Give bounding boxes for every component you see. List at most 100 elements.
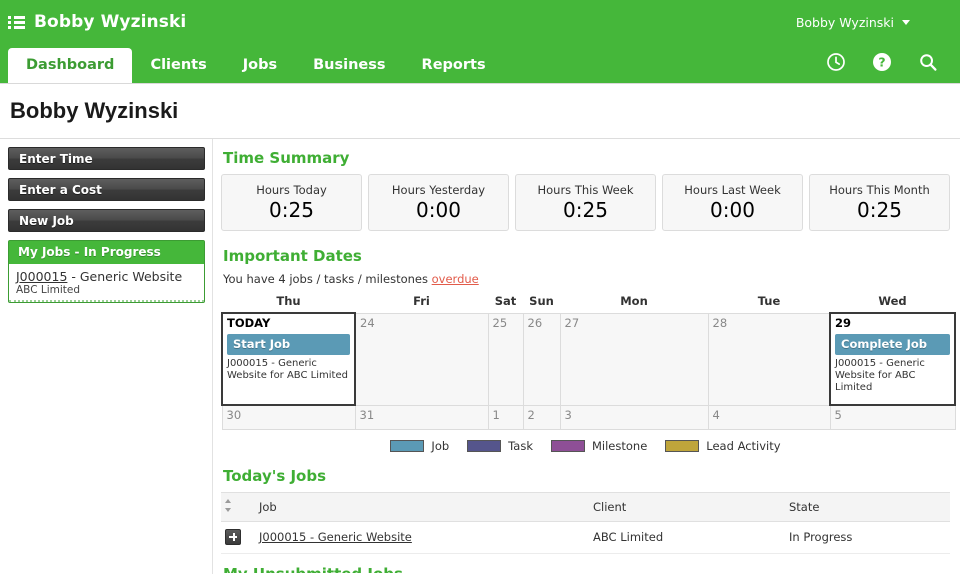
calendar-cell[interactable]: 27 xyxy=(559,312,709,406)
search-icon[interactable] xyxy=(918,52,938,76)
legend-swatch-task xyxy=(467,439,502,452)
tab-reports[interactable]: Reports xyxy=(404,48,504,84)
calendar-day-number: 31 xyxy=(359,407,375,422)
time-card-value: 0:25 xyxy=(269,198,314,222)
sidebar: Enter Time Enter a Cost New Job My Jobs … xyxy=(0,139,213,574)
calendar-week-row: 30 31 1 2 3 4 5 xyxy=(221,404,956,430)
tab-bar-icons: ? xyxy=(826,44,948,84)
calendar-cell[interactable]: 31 xyxy=(354,404,489,430)
enter-time-button[interactable]: Enter Time xyxy=(8,147,205,170)
my-jobs-panel-title: My Jobs - In Progress xyxy=(9,241,204,264)
svg-text:?: ? xyxy=(878,55,885,70)
todays-jobs-title: Today's Jobs xyxy=(223,466,327,485)
my-jobs-item-client: ABC Limited xyxy=(16,284,81,296)
main-content: Time Summary Hours Today 0:25 Hours Yest… xyxy=(213,139,960,574)
expand-row-icon[interactable] xyxy=(225,528,241,545)
time-card-hours-last-week: Hours Last Week 0:00 xyxy=(662,174,803,231)
time-card-value: 0:25 xyxy=(857,198,902,222)
tab-business[interactable]: Business xyxy=(295,48,403,84)
brand-title: Bobby Wyzinski xyxy=(34,12,187,32)
tab-list: Dashboard Clients Jobs Business Reports xyxy=(8,47,504,84)
my-jobs-item-sep: - xyxy=(67,269,80,284)
calendar-cell[interactable]: 2 xyxy=(522,404,561,430)
calendar-cell[interactable]: 24 xyxy=(354,312,489,406)
user-menu[interactable]: Bobby Wyzinski xyxy=(796,0,910,44)
page-title: Bobby Wyzinski xyxy=(10,98,179,123)
time-card-value: 0:25 xyxy=(563,198,608,222)
help-icon[interactable]: ? xyxy=(872,52,892,76)
time-card-label: Hours This Week xyxy=(537,183,634,197)
time-card-label: Hours This Month xyxy=(829,183,930,197)
calendar-day-number: 24 xyxy=(360,315,375,330)
enter-a-cost-button[interactable]: Enter a Cost xyxy=(8,178,205,201)
tab-jobs[interactable]: Jobs xyxy=(225,48,295,84)
overdue-link[interactable]: overdue xyxy=(432,272,479,286)
legend-label: Job xyxy=(431,438,450,453)
calendar-day-number: TODAY xyxy=(227,316,271,330)
sort-arrows-icon[interactable] xyxy=(225,498,232,512)
next-section-title: My Unsubmitted Jobs xyxy=(223,565,950,573)
calendar-cell[interactable]: 25 xyxy=(487,312,524,406)
column-header-job[interactable]: Job xyxy=(255,491,589,522)
calendar-cell[interactable]: 30 xyxy=(221,404,356,430)
calendar-day-header: Mon xyxy=(620,294,648,309)
calendar-event-description: J000015 - Generic Website for ABC Limite… xyxy=(227,358,348,381)
list-item[interactable]: J000015 - Generic Website ABC Limited xyxy=(9,264,204,302)
calendar-day-number: 26 xyxy=(527,315,543,330)
calendar-day-header: Sun xyxy=(529,294,554,309)
calendar-cell[interactable]: 26 xyxy=(522,312,561,406)
calendar-cell[interactable]: 5 xyxy=(829,404,956,430)
legend-label: Milestone xyxy=(591,438,648,453)
job-link[interactable]: J000015 - Generic Website xyxy=(259,530,412,544)
legend-item-task: Task xyxy=(467,439,533,453)
calendar-event-start-job[interactable]: Start Job xyxy=(227,334,350,355)
my-jobs-item-line: J000015 - Generic Website xyxy=(16,269,197,284)
important-dates-title: Important Dates xyxy=(223,247,362,265)
table-cell-client: ABC Limited xyxy=(589,521,785,554)
calendar-cell[interactable]: 28 xyxy=(707,312,831,406)
table-cell-state: In Progress xyxy=(785,521,950,554)
time-card-label: Hours Yesterday xyxy=(391,183,486,197)
time-card-hours-this-month: Hours This Month 0:25 xyxy=(809,174,950,231)
user-menu-label: Bobby Wyzinski xyxy=(795,14,894,30)
recent-items-clock-icon[interactable] xyxy=(826,52,846,76)
calendar-cell-29[interactable]: 29 Complete Job J000015 - Generic Websit… xyxy=(829,312,956,406)
time-card-label: Hours Today xyxy=(256,183,327,197)
page-title-bar: Bobby Wyzinski xyxy=(0,84,960,139)
column-header-state[interactable]: State xyxy=(785,491,950,522)
calendar-week-row: TODAY Start Job J000015 - Generic Websit… xyxy=(221,312,956,406)
calendar-day-number: 30 xyxy=(226,408,242,422)
calendar-day-number: 5 xyxy=(834,408,842,422)
calendar-event-description: J000015 - Generic Website for ABC Limite… xyxy=(835,358,925,393)
calendar-day-number: 27 xyxy=(564,315,580,330)
list-menu-icon[interactable] xyxy=(8,15,25,30)
top-bar: Bobby Wyzinski Bobby Wyzinski xyxy=(0,0,960,44)
brand: Bobby Wyzinski xyxy=(8,0,186,44)
table-cell-job: J000015 - Generic Website xyxy=(255,521,589,554)
time-card-value: 0:00 xyxy=(710,198,755,222)
legend-item-job: Job xyxy=(390,439,449,453)
new-job-button[interactable]: New Job xyxy=(8,209,205,232)
legend-swatch-milestone xyxy=(550,439,585,452)
tab-dashboard[interactable]: Dashboard xyxy=(8,47,133,83)
chevron-down-icon xyxy=(902,19,910,25)
tab-clients[interactable]: Clients xyxy=(132,48,224,84)
calendar-cell-today[interactable]: TODAY Start Job J000015 - Generic Websit… xyxy=(221,312,356,406)
calendar-cell[interactable]: 1 xyxy=(487,404,524,430)
overdue-text: You have 4 jobs / tasks / milestones xyxy=(223,272,432,286)
calendar-day-number: 4 xyxy=(712,407,720,422)
calendar-day-number: 25 xyxy=(492,315,508,330)
table-cell-expand xyxy=(221,521,255,554)
calendar-event-complete-job[interactable]: Complete Job xyxy=(835,334,950,355)
legend-swatch-lead-activity xyxy=(665,439,700,452)
important-dates-calendar: Thu Fri Sat Sun Mon Tue Wed TODAY Start … xyxy=(221,294,956,430)
calendar-cell[interactable]: 3 xyxy=(559,404,709,430)
legend-label: Task xyxy=(508,438,533,453)
my-jobs-item-code[interactable]: J000015 xyxy=(16,269,67,284)
table-row: J000015 - Generic Website ABC Limited In… xyxy=(221,521,950,554)
time-card-label: Hours Last Week xyxy=(684,183,781,197)
legend-label: Lead Activity xyxy=(706,438,781,453)
time-card-hours-today: Hours Today 0:25 xyxy=(221,174,362,231)
column-header-client[interactable]: Client xyxy=(589,491,785,522)
calendar-cell[interactable]: 4 xyxy=(707,404,831,430)
